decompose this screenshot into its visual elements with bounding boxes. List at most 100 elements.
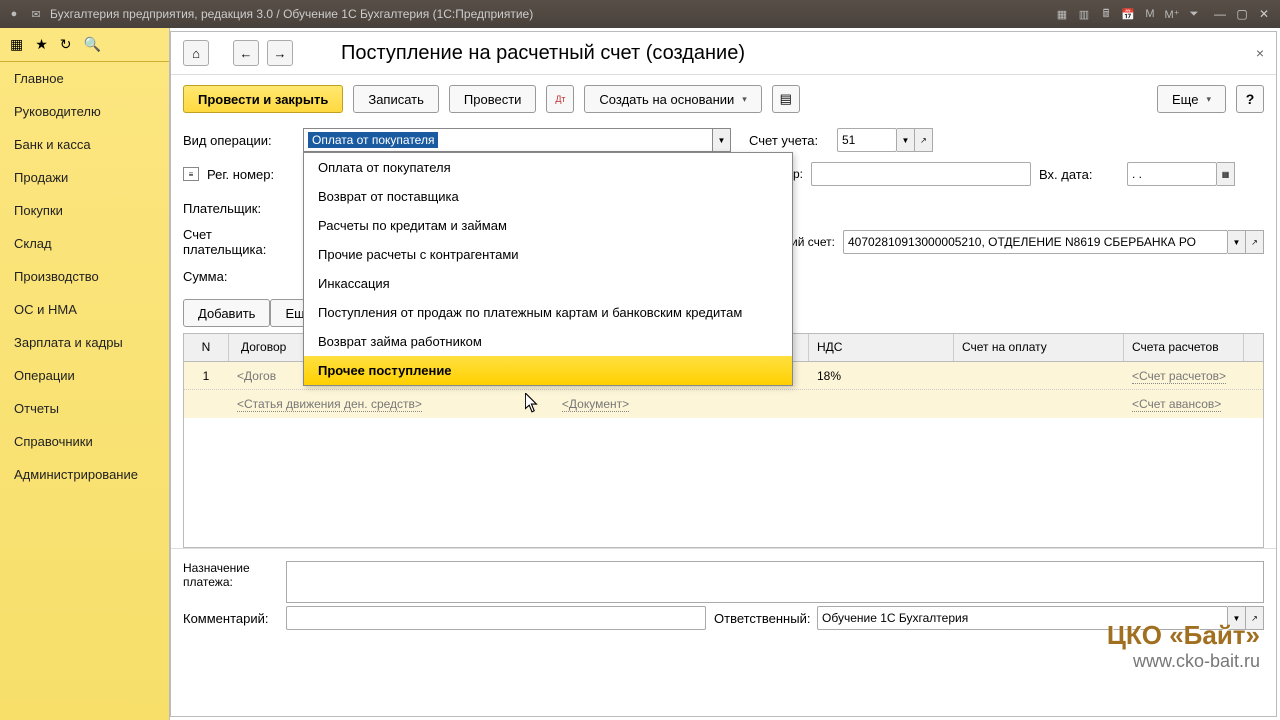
dropdown-item[interactable]: Поступления от продаж по платежным карта… [304,298,792,327]
maximize-icon[interactable]: ▢ [1232,7,1252,21]
our-acct-label: ий счет: [791,235,835,249]
sidebar-item[interactable]: Отчеты [0,392,169,425]
open-icon[interactable]: ↗ [1246,606,1264,630]
chevron-down-icon[interactable]: ▼ [897,128,915,152]
menu-icon[interactable]: ▦ [10,36,23,53]
minimize-icon[interactable]: — [1210,7,1230,21]
add-button[interactable]: Добавить [183,299,270,327]
reg-label: Рег. номер: [207,167,297,182]
cell-article[interactable]: <Статья движения ден. средств> [237,397,422,412]
dropdown-item[interactable]: Возврат от поставщика [304,182,792,211]
search-icon[interactable]: 🔍 [84,36,101,53]
sidebar-item[interactable]: Продажи [0,161,169,194]
purpose-label: платежа: [183,575,278,589]
dropdown-item[interactable]: Прочее поступление [304,356,792,385]
cell-n: 1 [184,364,229,388]
tb-tool-icon[interactable]: M [1142,6,1158,22]
col-invoice: Счет на оплату [954,334,1124,361]
title-bar: ● ✉ Бухгалтерия предприятия, редакция 3.… [0,0,1280,28]
comment-label: Комментарий: [183,611,278,626]
tb-tool-icon[interactable]: 📅 [1120,6,1136,22]
payer-label: Плательщик: [183,201,295,216]
purpose-textarea[interactable] [286,561,1264,603]
resp-label: Ответственный: [714,611,809,626]
tb-tool-icon[interactable]: ⏷ [1186,6,1202,22]
app-icon: ● [6,6,22,22]
col-n: N [184,334,229,361]
cell-acct1[interactable]: <Счет расчетов> [1124,364,1244,388]
table-row[interactable]: <Статья движения ден. средств> <Документ… [184,390,1263,418]
cell-contract[interactable]: <Догов [229,364,289,388]
dropdown-item[interactable]: Расчеты по кредитам и займам [304,211,792,240]
main-pane: ⌂ ← → Поступление на расчетный счет (соз… [170,31,1277,717]
in-num-suffix: р: [793,167,803,181]
op-type-combo[interactable]: Оплата от покупателя ▼ Оплата от покупат… [303,128,731,152]
resp-input[interactable]: Обучение 1С Бухгалтерия [817,606,1228,630]
sidebar-item[interactable]: Зарплата и кадры [0,326,169,359]
post-button[interactable]: Провести [449,85,537,113]
reg-icon: ≡ [183,167,199,181]
chevron-down-icon[interactable]: ▼ [713,128,731,152]
sidebar-item[interactable]: Производство [0,260,169,293]
col-vat: НДС [809,334,954,361]
tb-tool-icon[interactable]: ▥ [1076,6,1092,22]
dropdown-item[interactable]: Прочие расчеты с контрагентами [304,240,792,269]
tb-tool-icon[interactable]: M⁺ [1164,6,1180,22]
chevron-down-icon[interactable]: ▼ [1228,606,1246,630]
open-icon[interactable]: ↗ [1246,230,1264,254]
calendar-icon[interactable]: ▦ [1217,162,1235,186]
dropdown-item[interactable]: Инкассация [304,269,792,298]
in-date-input[interactable]: . . [1127,162,1217,186]
sidebar-item[interactable]: ОС и НМА [0,293,169,326]
back-button[interactable]: ← [233,40,259,66]
home-button[interactable]: ⌂ [183,40,209,66]
close-page-icon[interactable]: × [1256,45,1264,61]
payer-acct-label: Счет плательщика: [183,227,295,257]
help-button[interactable]: ? [1236,85,1264,113]
chevron-down-icon[interactable]: ▼ [1228,230,1246,254]
window-title: Бухгалтерия предприятия, редакция 3.0 / … [50,7,533,21]
more-button[interactable]: Еще [1157,85,1226,113]
tb-tool-icon[interactable]: ▦ [1054,6,1070,22]
sidebar-item[interactable]: Банк и касса [0,128,169,161]
sidebar-item[interactable]: Главное [0,62,169,95]
cell-vat[interactable]: 18% [809,364,954,388]
purpose-label: Назначение [183,561,278,575]
mail-icon: ✉ [28,6,44,22]
acct-label: Счет учета: [749,133,829,148]
cell-acct2[interactable]: <Счет авансов> [1124,392,1244,416]
op-type-value: Оплата от покупателя [308,132,438,148]
our-acct-input[interactable]: 40702810913000005210, ОТДЕЛЕНИЕ N8619 СБ… [843,230,1228,254]
page-title: Поступление на расчетный счет (создание) [341,42,745,65]
dropdown-item[interactable]: Оплата от покупателя [304,153,792,182]
sidebar-item[interactable]: Покупки [0,194,169,227]
sidebar-item[interactable]: Руководителю [0,95,169,128]
acct-input[interactable]: 51 [837,128,897,152]
create-based-button[interactable]: Создать на основании [584,85,761,113]
in-num-input[interactable] [811,162,1031,186]
tb-tool-icon[interactable]: 🖩 [1098,6,1114,22]
save-button[interactable]: Записать [353,85,439,113]
close-icon[interactable]: ✕ [1254,7,1274,21]
sidebar-item[interactable]: Администрирование [0,458,169,491]
in-date-label: Вх. дата: [1039,167,1119,182]
dtkt-button[interactable]: Дт [546,85,574,113]
open-icon[interactable]: ↗ [915,128,933,152]
comment-input[interactable] [286,606,706,630]
sidebar-item[interactable]: Справочники [0,425,169,458]
sidebar-top: ▦ ★ ↻ 🔍 [0,28,169,62]
cell-document[interactable]: <Документ> [562,397,629,412]
nav-sidebar: ▦ ★ ↻ 🔍 Главное Руководителю Банк и касс… [0,28,170,720]
sidebar-item[interactable]: Склад [0,227,169,260]
op-type-label: Вид операции: [183,133,295,148]
doc-icon-button[interactable]: ▤ [772,85,800,113]
sum-label: Сумма: [183,269,295,284]
col-accounts: Счета расчетов [1124,334,1244,361]
sidebar-item[interactable]: Операции [0,359,169,392]
dropdown-item[interactable]: Возврат займа работником [304,327,792,356]
star-icon[interactable]: ★ [35,36,48,53]
forward-button[interactable]: → [267,40,293,66]
post-close-button[interactable]: Провести и закрыть [183,85,343,113]
op-type-dropdown: Оплата от покупателя Возврат от поставщи… [303,152,793,386]
history-icon[interactable]: ↻ [60,36,72,53]
